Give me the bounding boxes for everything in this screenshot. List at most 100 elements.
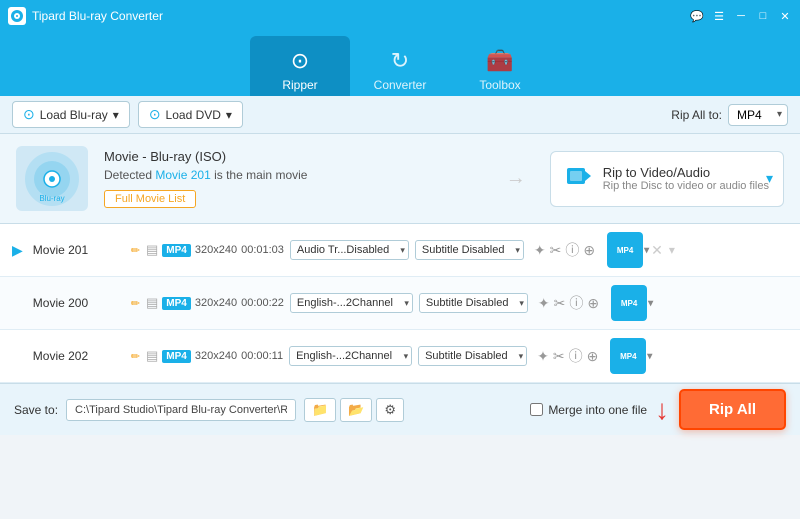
info-icon-0[interactable]: ⓘ <box>565 240 579 260</box>
format-badge-0: MP4 <box>162 244 191 257</box>
audio-select-wrap-0: Audio Tr...Disabled English <box>290 240 409 260</box>
subtitle-select-2[interactable]: Subtitle Disabled English <box>418 346 527 366</box>
bottom-bar: Save to: 📁 📂 ⚙ Merge into one file ↓ Rip… <box>0 383 800 435</box>
movie-name-0: Movie 201 <box>33 243 123 257</box>
load-bluray-button[interactable]: ⊙ Load Blu-ray ▾ <box>12 101 130 128</box>
subtitle-select-wrap-0: Subtitle Disabled English <box>415 240 524 260</box>
rip-subtitle: Rip the Disc to video or audio files <box>603 180 769 192</box>
nav-ripper-label: Ripper <box>282 78 317 92</box>
star-icon-0[interactable]: ✦ <box>534 242 546 259</box>
resolution-2: 320x240 <box>195 350 237 362</box>
table-row: ▶ Movie 200 ✏ ▤ MP4 320x240 00:00:22 Eng… <box>0 277 800 330</box>
audio-select-2[interactable]: English-...2Channel Disabled <box>289 346 412 366</box>
info-text: Movie - Blu-ray (ISO) Detected Movie 201… <box>104 149 482 208</box>
rip-format-select-wrapper: MP4 MKV AVI MOV <box>728 104 788 126</box>
merge-checkbox[interactable] <box>530 403 543 416</box>
nav-toolbox-label: Toolbox <box>479 78 520 92</box>
duration-0: 00:01:03 <box>241 244 284 256</box>
rip-all-to-container: Rip All to: MP4 MKV AVI MOV <box>671 104 788 126</box>
subtitle-select-0[interactable]: Subtitle Disabled English <box>415 240 524 260</box>
rip-all-button[interactable]: Rip All <box>679 389 786 430</box>
info-icon-1[interactable]: ⓘ <box>569 293 583 313</box>
nav-converter[interactable]: ↻ Converter <box>350 36 450 96</box>
audio-select-0[interactable]: Audio Tr...Disabled English <box>290 240 409 260</box>
dvd-icon: ⊙ <box>149 106 161 123</box>
cut-icon-1[interactable]: ✂ <box>554 295 566 312</box>
movie-thumb-2[interactable]: MP4 ▾ <box>610 338 646 374</box>
merge-label: Merge into one file <box>548 403 647 417</box>
settings-icon-1[interactable]: ⊕ <box>587 295 599 312</box>
movie-actions-0: ✦ ✂ ⓘ ⊕ <box>534 240 595 260</box>
full-movie-list-button[interactable]: Full Movie List <box>104 190 196 208</box>
thumb-arrow-0[interactable]: ▾ <box>644 245 649 256</box>
rip-option-chevron: ▾ <box>766 170 773 187</box>
window-controls: 💬 ☰ ─ □ ✕ <box>690 9 792 23</box>
audio-select-wrap-2: English-...2Channel Disabled <box>289 346 412 366</box>
subtitle-select-wrap-1: Subtitle Disabled English <box>419 293 528 313</box>
play-button-0[interactable]: ▶ <box>12 242 23 259</box>
thumb-arrow-1[interactable]: ▾ <box>648 298 653 309</box>
edit-icon-2[interactable]: ✏ <box>131 350 140 363</box>
rip-option-text: Rip to Video/Audio Rip the Disc to video… <box>603 165 769 192</box>
save-to-label: Save to: <box>14 403 58 417</box>
open-folder-button[interactable]: 📂 <box>340 398 372 422</box>
toolbar: ⊙ Load Blu-ray ▾ ⊙ Load DVD ▾ Rip All to… <box>0 96 800 134</box>
rip-option-panel[interactable]: Rip to Video/Audio Rip the Disc to video… <box>550 151 784 207</box>
info-icon-2[interactable]: ⓘ <box>569 346 583 366</box>
audio-select-1[interactable]: English-...2Channel Disabled <box>290 293 413 313</box>
merge-checkbox-label[interactable]: Merge into one file <box>530 403 647 417</box>
nav-toolbox[interactable]: 🧰 Toolbox <box>450 36 550 96</box>
load-dvd-chevron: ▾ <box>226 108 232 122</box>
settings-icon-0[interactable]: ⊕ <box>583 242 595 259</box>
star-icon-2[interactable]: ✦ <box>537 348 549 365</box>
browse-folder-button[interactable]: 📁 <box>304 398 336 422</box>
cut-icon-0[interactable]: ✂ <box>550 242 562 259</box>
toolbox-icon: 🧰 <box>486 48 513 74</box>
table-row: ▶ Movie 201 ✏ ▤ MP4 320x240 00:01:03 Aud… <box>0 224 800 277</box>
movie-thumb-0[interactable]: MP4 ▾ <box>607 232 643 268</box>
close-button[interactable]: ✕ <box>778 9 792 23</box>
film-icon-2: ▤ <box>146 348 158 364</box>
info-panel: Blu-ray Movie - Blu-ray (ISO) Detected M… <box>0 134 800 224</box>
resolution-1: 320x240 <box>195 297 237 309</box>
film-icon-1: ▤ <box>146 295 158 311</box>
resolution-0: 320x240 <box>195 244 237 256</box>
save-path-input[interactable] <box>66 399 296 421</box>
subtitle-select-wrap-2: Subtitle Disabled English <box>418 346 527 366</box>
thumb-arrow-2[interactable]: ▾ <box>647 351 652 362</box>
film-icon-0: ▤ <box>146 242 158 258</box>
edit-icon-1[interactable]: ✏ <box>131 297 140 310</box>
nav-converter-label: Converter <box>374 78 427 92</box>
load-dvd-button[interactable]: ⊙ Load DVD ▾ <box>138 101 243 128</box>
bluray-icon: ⊙ <box>23 106 35 123</box>
duration-2: 00:00:11 <box>241 350 283 362</box>
duration-1: 00:00:22 <box>241 297 284 309</box>
movie-thumb-1[interactable]: MP4 ▾ <box>611 285 647 321</box>
settings-icon-2[interactable]: ⊕ <box>587 348 599 365</box>
nav-ripper[interactable]: ⊙ Ripper <box>250 36 350 96</box>
movie-format-2: ▤ MP4 320x240 00:00:11 <box>146 348 283 364</box>
app-logo <box>8 7 26 25</box>
cut-icon-2[interactable]: ✂ <box>553 348 565 365</box>
maximize-button[interactable]: □ <box>756 9 770 23</box>
rip-format-select[interactable]: MP4 MKV AVI MOV <box>728 104 788 126</box>
save-actions: 📁 📂 ⚙ <box>304 398 404 422</box>
minimize-button[interactable]: ─ <box>734 9 748 23</box>
app-title: Tipard Blu-ray Converter <box>32 9 690 23</box>
settings-button[interactable]: ⚙ <box>376 398 404 422</box>
audio-select-wrap-1: English-...2Channel Disabled <box>290 293 413 313</box>
chat-icon[interactable]: 💬 <box>690 9 704 23</box>
menu-icon[interactable]: ☰ <box>712 9 726 23</box>
rip-title: Rip to Video/Audio <box>603 165 769 180</box>
subtitle-select-1[interactable]: Subtitle Disabled English <box>419 293 528 313</box>
row-expand-0[interactable]: ▾ <box>669 243 675 257</box>
movie-list: ▶ Movie 201 ✏ ▤ MP4 320x240 00:01:03 Aud… <box>0 224 800 383</box>
load-dvd-label: Load DVD <box>166 108 221 122</box>
star-icon-1[interactable]: ✦ <box>538 295 550 312</box>
edit-icon-0[interactable]: ✏ <box>131 244 140 257</box>
row-close-0[interactable]: ✕ <box>651 242 663 259</box>
rip-all-to-label: Rip All to: <box>671 108 722 122</box>
movie-name-1: Movie 200 <box>33 296 123 310</box>
load-bluray-chevron: ▾ <box>113 108 119 122</box>
converter-icon: ↻ <box>391 48 409 74</box>
